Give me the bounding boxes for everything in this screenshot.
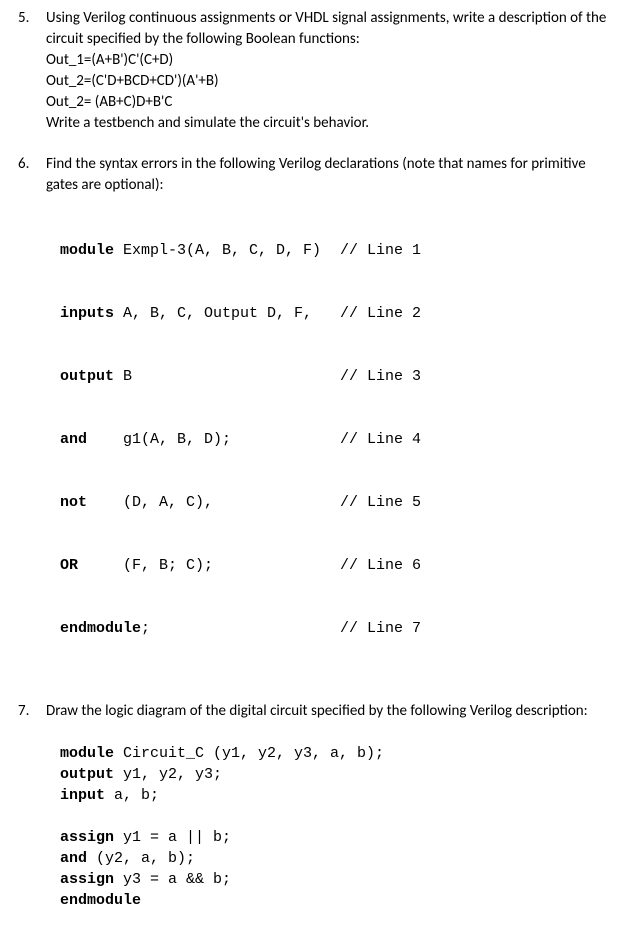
q6-code-block: module Exmpl-3(A, B, C, D, F) // Line 1 i…: [60, 198, 623, 681]
question-7: 7. Draw the logic diagram of the digital…: [18, 701, 623, 911]
q5-eq3: Out_2= (AB+C)D+B'C: [46, 92, 623, 113]
q6-code-line-2: inputs A, B, C, Output D, F, // Line 2: [60, 303, 623, 324]
q6-rest-5: (D, A, C),: [87, 494, 213, 511]
q7-number: 7.: [18, 701, 46, 722]
q6-code-line-1: module Exmpl-3(A, B, C, D, F) // Line 1: [60, 240, 623, 261]
q7-rest-4: y1 = a || b;: [114, 829, 231, 846]
q7-code-block: module Circuit_C (y1, y2, y3, a, b); out…: [60, 722, 623, 911]
q6-kw-7: endmodule: [60, 620, 141, 637]
q7-rest-1: Circuit_C (y1, y2, y3, a, b);: [114, 745, 384, 762]
q6-line2: gates are optional):: [46, 175, 623, 196]
q5-line2: circuit specified by the following Boole…: [46, 29, 623, 50]
q6-rest-6: (F, B; C);: [78, 557, 213, 574]
q6-kw-1: module: [60, 242, 114, 259]
q7-rest-5: (y2, a, b);: [87, 850, 195, 867]
q6-rest-3: B: [114, 368, 132, 385]
q6-code-line-6: OR (F, B; C); // Line 6: [60, 555, 623, 576]
q7-kw-2: output: [60, 766, 114, 783]
q7-rest-6: y3 = a && b;: [114, 871, 231, 888]
q7-rest-3: a, b;: [105, 787, 159, 804]
q7-line1: Draw the logic diagram of the digital ci…: [46, 701, 623, 722]
question-5: 5. Using Verilog continuous assignments …: [18, 8, 623, 134]
q6-code-line-3: output B // Line 3: [60, 366, 623, 387]
q6-kw-6: OR: [60, 557, 78, 574]
question-6: 6. Find the syntax errors in the followi…: [18, 154, 623, 681]
q7-kw-3: input: [60, 787, 105, 804]
q5-number: 5.: [18, 8, 46, 29]
q6-rest-7: ;: [141, 620, 150, 637]
q6-rest-4: g1(A, B, D);: [87, 431, 231, 448]
q5-line1: Using Verilog continuous assignments or …: [46, 8, 623, 29]
q6-comment-1: // Line 1: [340, 240, 623, 261]
q7-header: 7. Draw the logic diagram of the digital…: [18, 701, 623, 722]
q6-header: 6. Find the syntax errors in the followi…: [18, 154, 623, 175]
q6-code-line-5: not (D, A, C), // Line 5: [60, 492, 623, 513]
q5-line3: Write a testbench and simulate the circu…: [46, 113, 623, 134]
q6-number: 6.: [18, 154, 46, 175]
q6-kw-2: inputs: [60, 305, 114, 322]
q7-kw-5: and: [60, 850, 87, 867]
q6-kw-3: output: [60, 368, 114, 385]
q6-comment-3: // Line 3: [340, 366, 623, 387]
q7-kw-6: assign: [60, 871, 114, 888]
q6-line1: Find the syntax errors in the following …: [46, 154, 623, 175]
q6-kw-4: and: [60, 431, 87, 448]
q6-kw-5: not: [60, 494, 87, 511]
q6-code-line-7: endmodule; // Line 7: [60, 618, 623, 639]
q6-comment-4: // Line 4: [340, 429, 623, 450]
q6-comment-5: // Line 5: [340, 492, 623, 513]
q6-code-line-4: and g1(A, B, D); // Line 4: [60, 429, 623, 450]
q6-comment-7: // Line 7: [340, 618, 623, 639]
q5-header: 5. Using Verilog continuous assignments …: [18, 8, 623, 29]
q7-kw-1: module: [60, 745, 114, 762]
q5-eq1: Out_1=(A+B')C'(C+D): [46, 50, 623, 71]
q5-eq2: Out_2=(C'D+BCD+CD')(A'+B): [46, 71, 623, 92]
q7-rest-2: y1, y2, y3;: [114, 766, 222, 783]
q7-kw-7: endmodule: [60, 892, 141, 909]
q6-comment-6: // Line 6: [340, 555, 623, 576]
q7-kw-4: assign: [60, 829, 114, 846]
q6-rest-2: A, B, C, Output D, F,: [114, 305, 312, 322]
q6-comment-2: // Line 2: [340, 303, 623, 324]
q6-rest-1: Exmpl-3(A, B, C, D, F): [114, 242, 321, 259]
